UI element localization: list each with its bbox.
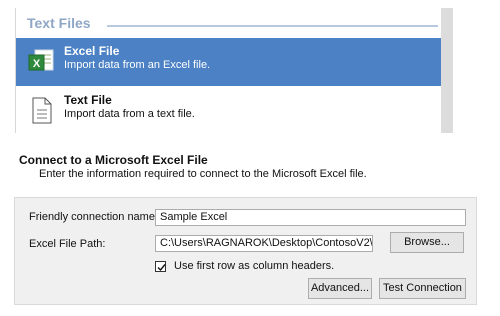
text-file-icon [26,95,56,125]
list-item-title: Excel File [64,44,120,58]
file-path-input[interactable]: C:\Users\RAGNAROK\Desktop\ContosoV2\Stor… [155,235,373,252]
friendly-name-label: Friendly connection name: [29,211,159,223]
list-scrollbar[interactable] [441,8,453,133]
first-row-header-label: Use first row as column headers. [174,260,335,272]
section-description: Enter the information required to connec… [39,168,367,180]
list-item-excel-file[interactable]: X Excel File Import data from an Excel f… [16,38,442,86]
test-connection-button[interactable]: Test Connection [379,278,466,299]
data-source-list: Text Files X Excel File Import data from… [15,8,442,133]
advanced-button[interactable]: Advanced... [308,278,372,299]
group-title: Text Files [27,15,91,31]
friendly-name-input[interactable]: Sample Excel [155,209,466,226]
browse-button[interactable]: Browse... [390,232,464,253]
excel-file-icon: X [26,46,56,76]
svg-text:X: X [33,58,41,70]
connection-settings-panel: Friendly connection name: Sample Excel E… [14,197,477,305]
list-item-text-file[interactable]: Text File Import data from a text file. [16,87,442,135]
section-title: Connect to a Microsoft Excel File [19,153,208,167]
list-item-description: Import data from an Excel file. [64,59,211,71]
file-path-label: Excel File Path: [29,238,106,250]
group-divider [107,25,438,27]
checkmark-icon [157,264,166,272]
list-item-title: Text File [64,93,112,107]
first-row-header-checkbox[interactable] [155,261,166,272]
list-item-description: Import data from a text file. [64,108,195,120]
group-header-text-files: Text Files [16,14,442,34]
